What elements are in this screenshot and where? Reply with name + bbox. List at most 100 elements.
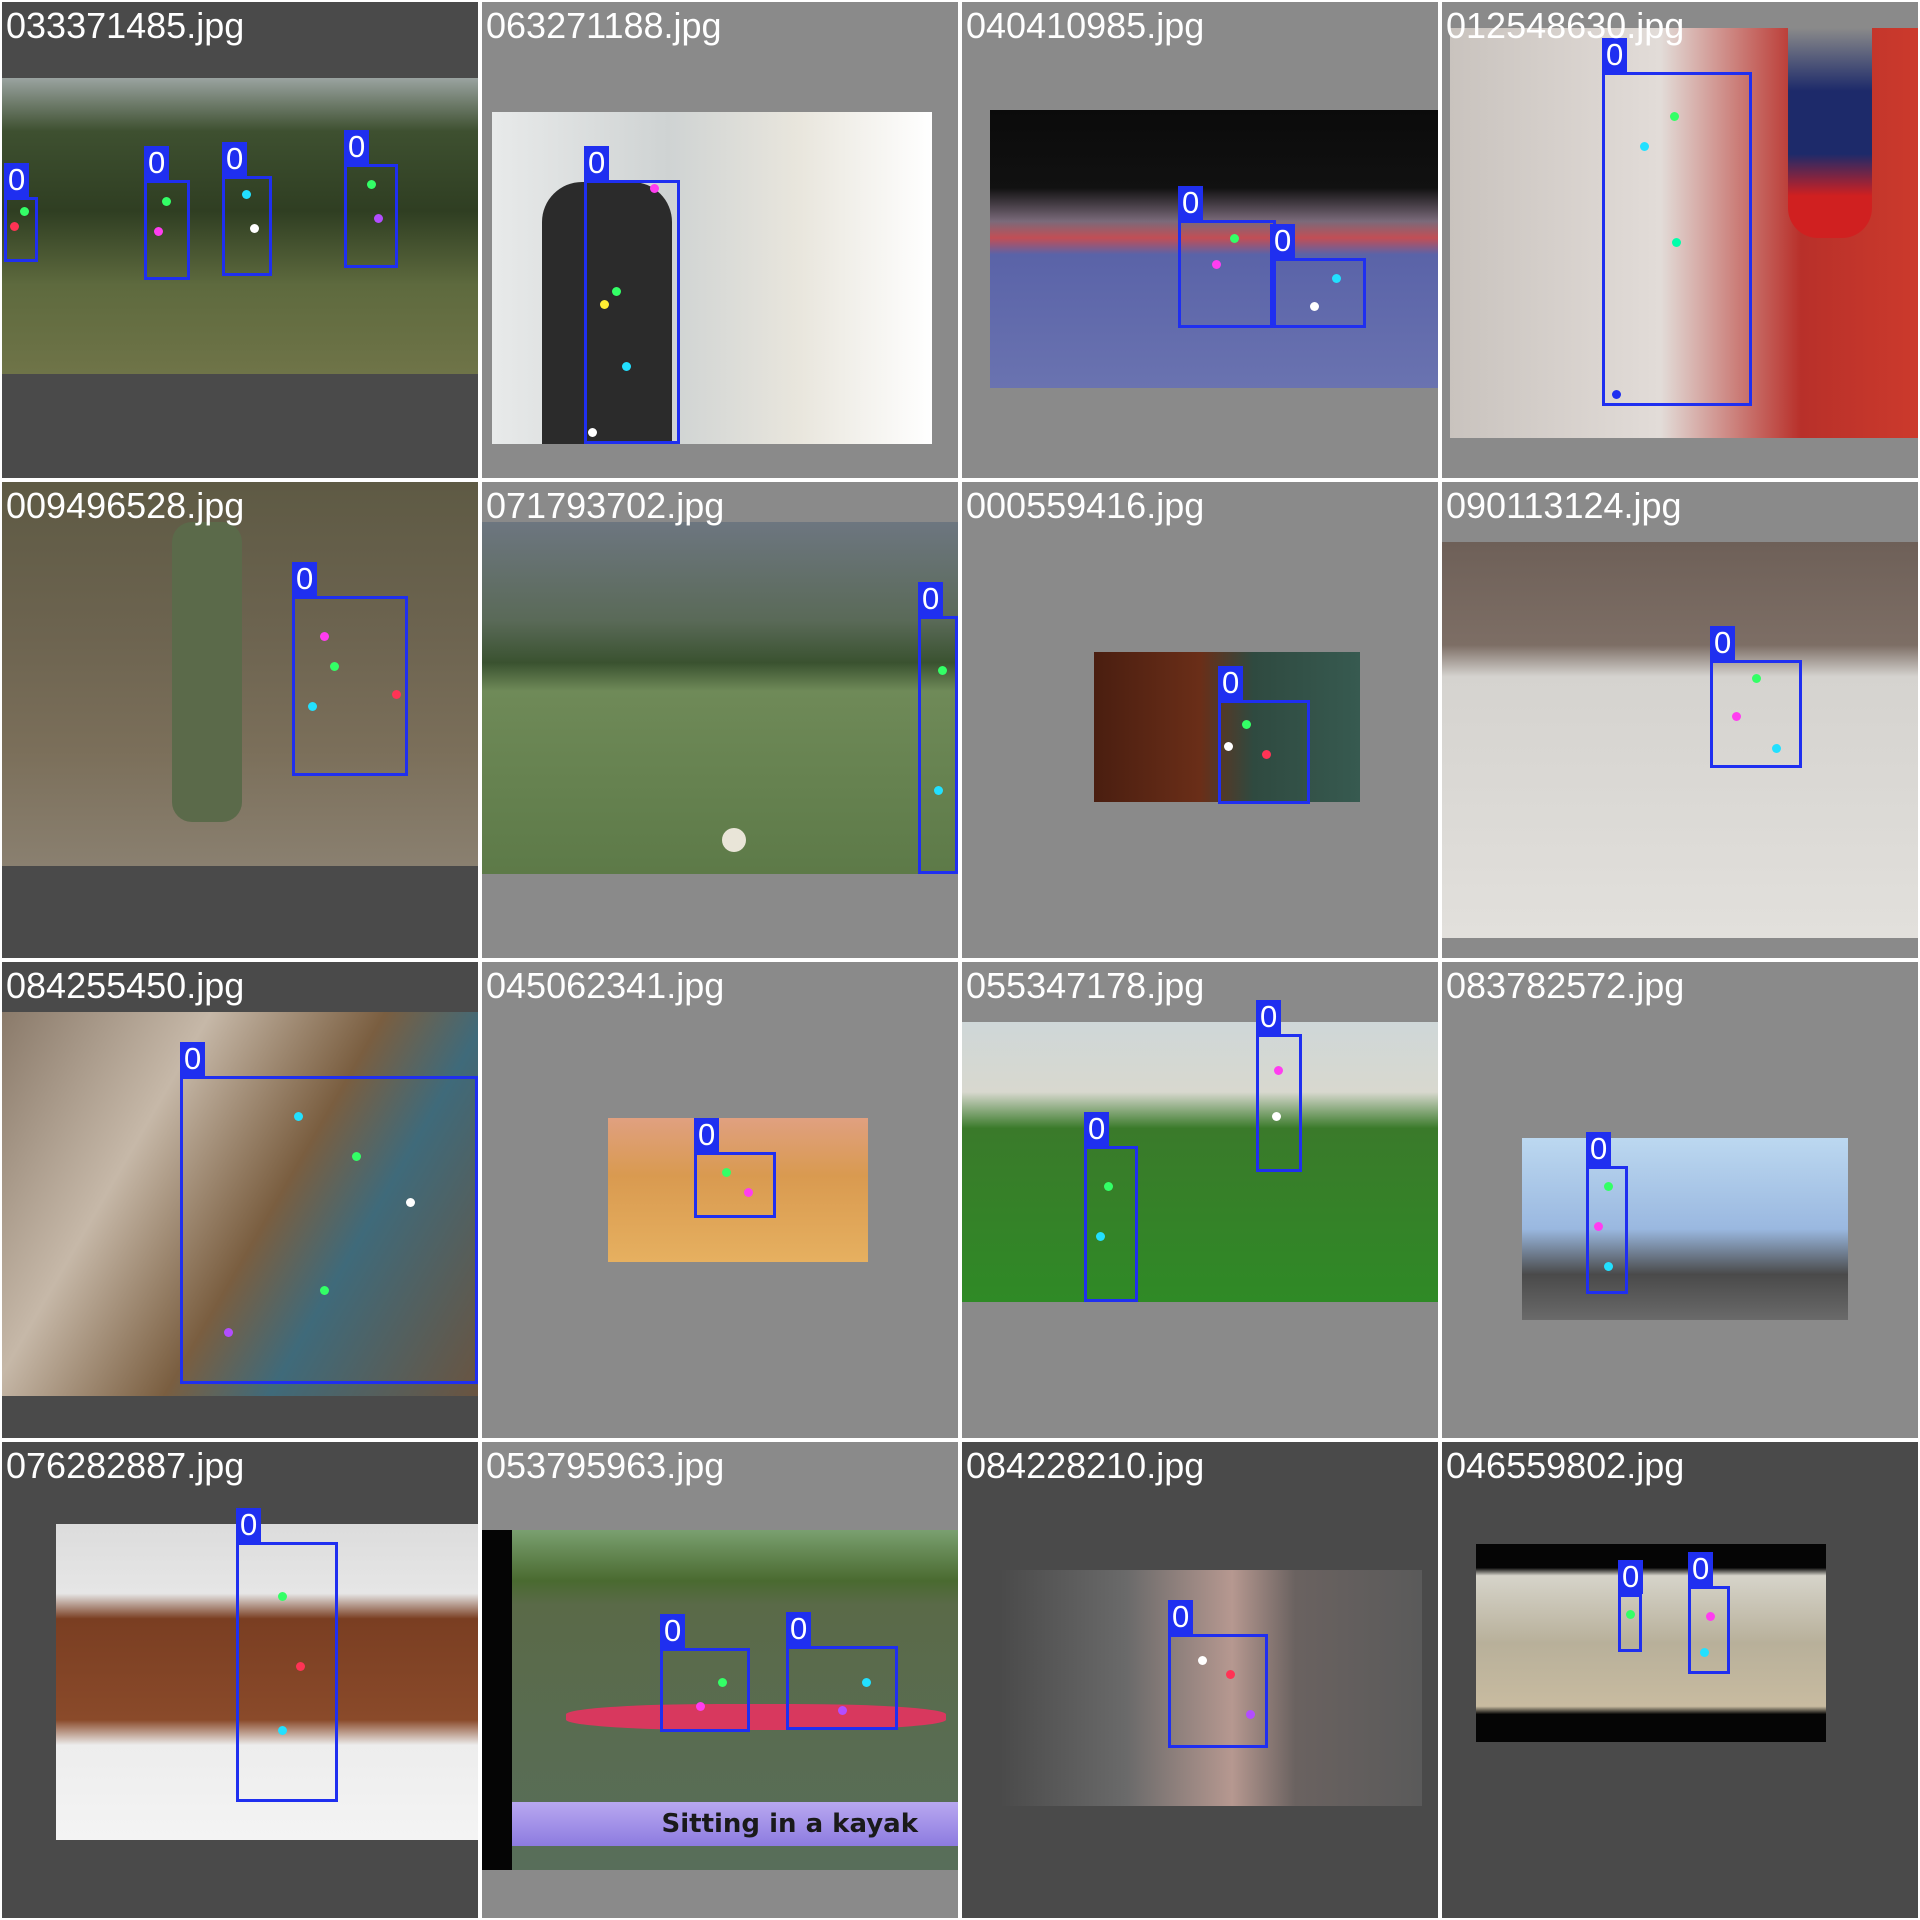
filename-label: 084228210.jpg <box>966 1445 1205 1486</box>
keypoint <box>1104 1182 1113 1191</box>
filename-label: 055347178.jpg <box>966 965 1205 1006</box>
keypoint <box>1604 1262 1613 1271</box>
tile-083782572: 0 083782572.jpg <box>1442 962 1918 1438</box>
detection-box: 0 <box>694 1118 776 1218</box>
tile-photo <box>1442 542 1918 938</box>
keypoint <box>744 1188 753 1197</box>
keypoint <box>20 207 29 216</box>
filename-label: 040410985.jpg <box>966 5 1205 46</box>
keypoint <box>296 1662 305 1671</box>
keypoint <box>696 1702 705 1711</box>
class-label: 0 <box>144 146 170 180</box>
keypoint <box>294 1112 303 1121</box>
keypoint <box>722 1168 731 1177</box>
keypoint <box>588 428 597 437</box>
filename-label: 009496528.jpg <box>6 485 245 526</box>
keypoint <box>1096 1232 1105 1241</box>
keypoint <box>1274 1066 1283 1075</box>
tile-040410985: 0 0 040410985.jpg <box>962 2 1438 478</box>
class-label: 0 <box>1618 1560 1644 1594</box>
keypoint <box>1246 1710 1255 1719</box>
filename-label: 033371485.jpg <box>6 5 245 46</box>
class-label: 0 <box>1586 1132 1612 1166</box>
filename-label: 053795963.jpg <box>486 1445 725 1486</box>
class-label: 0 <box>1270 224 1296 258</box>
keypoint <box>1612 390 1621 399</box>
keypoint <box>612 287 621 296</box>
tile-045062341: 0 045062341.jpg <box>482 962 958 1438</box>
class-label: 0 <box>1084 1112 1110 1146</box>
filename-label: 012548630.jpg <box>1446 5 1685 46</box>
tile-076282887: 0 076282887.jpg <box>2 1442 478 1918</box>
keypoint <box>278 1726 287 1735</box>
filename-label: 063271188.jpg <box>486 5 722 46</box>
keypoint <box>1700 1648 1709 1657</box>
tile-012548630: 0 012548630.jpg <box>1442 2 1918 478</box>
keypoint <box>224 1328 233 1337</box>
class-label: 0 <box>584 146 610 180</box>
filename-label: 071793702.jpg <box>486 485 725 526</box>
keypoint <box>242 190 251 199</box>
keypoint <box>1604 1182 1613 1191</box>
keypoint <box>406 1198 415 1207</box>
detection-box: 0 <box>1256 1000 1302 1172</box>
tile-000559416: 0 000559416.jpg <box>962 482 1438 958</box>
filename-label: 090113124.jpg <box>1446 485 1682 526</box>
tile-photo <box>1476 1544 1826 1742</box>
keypoint <box>1224 742 1233 751</box>
keypoint <box>1230 234 1239 243</box>
detection-box: 0 <box>236 1508 338 1802</box>
class-label: 0 <box>180 1042 206 1076</box>
detection-box: 0 <box>180 1042 478 1384</box>
class-label: 0 <box>222 142 248 176</box>
keypoint <box>1640 142 1649 151</box>
keypoint <box>320 632 329 641</box>
detection-box: 0 <box>584 146 680 444</box>
keypoint <box>1594 1222 1603 1231</box>
class-label: 0 <box>236 1508 262 1542</box>
tile-055347178: 0 0 055347178.jpg <box>962 962 1438 1438</box>
detection-box: 0 <box>4 163 38 262</box>
keypoint <box>320 1286 329 1295</box>
keypoint <box>600 300 609 309</box>
detection-box: 0 <box>660 1614 750 1732</box>
keypoint <box>10 222 19 231</box>
tile-photo-bag <box>1788 28 1872 238</box>
tile-photo <box>1522 1138 1848 1320</box>
keypoint <box>1626 1610 1635 1619</box>
detection-box: 0 <box>1688 1552 1730 1674</box>
detection-box: 0 <box>1618 1560 1644 1652</box>
tile-046559802: 0 0 046559802.jpg <box>1442 1442 1918 1918</box>
detection-box: 0 <box>1168 1600 1268 1748</box>
keypoint <box>1670 112 1679 121</box>
keypoint <box>934 786 943 795</box>
keypoint <box>278 1592 287 1601</box>
class-label: 0 <box>918 582 944 616</box>
class-label: 0 <box>1256 1000 1282 1034</box>
detection-box: 0 <box>918 582 958 874</box>
keypoint <box>622 362 631 371</box>
keypoint <box>392 690 401 699</box>
detection-box: 0 <box>1270 224 1366 328</box>
keypoint <box>1752 674 1761 683</box>
filename-label: 084255450.jpg <box>6 965 245 1006</box>
keypoint <box>1732 712 1741 721</box>
class-label: 0 <box>1178 186 1204 220</box>
keypoint <box>650 184 659 193</box>
keypoint <box>330 662 339 671</box>
class-label: 0 <box>344 130 370 164</box>
class-label: 0 <box>292 562 318 596</box>
keypoint <box>1706 1612 1715 1621</box>
keypoint <box>352 1152 361 1161</box>
class-label: 0 <box>660 1614 686 1648</box>
tile-090113124: 0 090113124.jpg <box>1442 482 1918 958</box>
keypoint <box>1226 1670 1235 1679</box>
detection-box: 0 <box>1178 186 1276 328</box>
keypoint <box>162 197 171 206</box>
keypoint <box>862 1678 871 1687</box>
tile-084255450: 0 084255450.jpg <box>2 962 478 1438</box>
class-label: 0 <box>786 1612 812 1646</box>
image-grid: 0 0 0 0 033371485.jpg 0 063271188.jpg 0 … <box>0 0 1920 1920</box>
keypoint <box>1212 260 1221 269</box>
keypoint <box>1262 750 1271 759</box>
